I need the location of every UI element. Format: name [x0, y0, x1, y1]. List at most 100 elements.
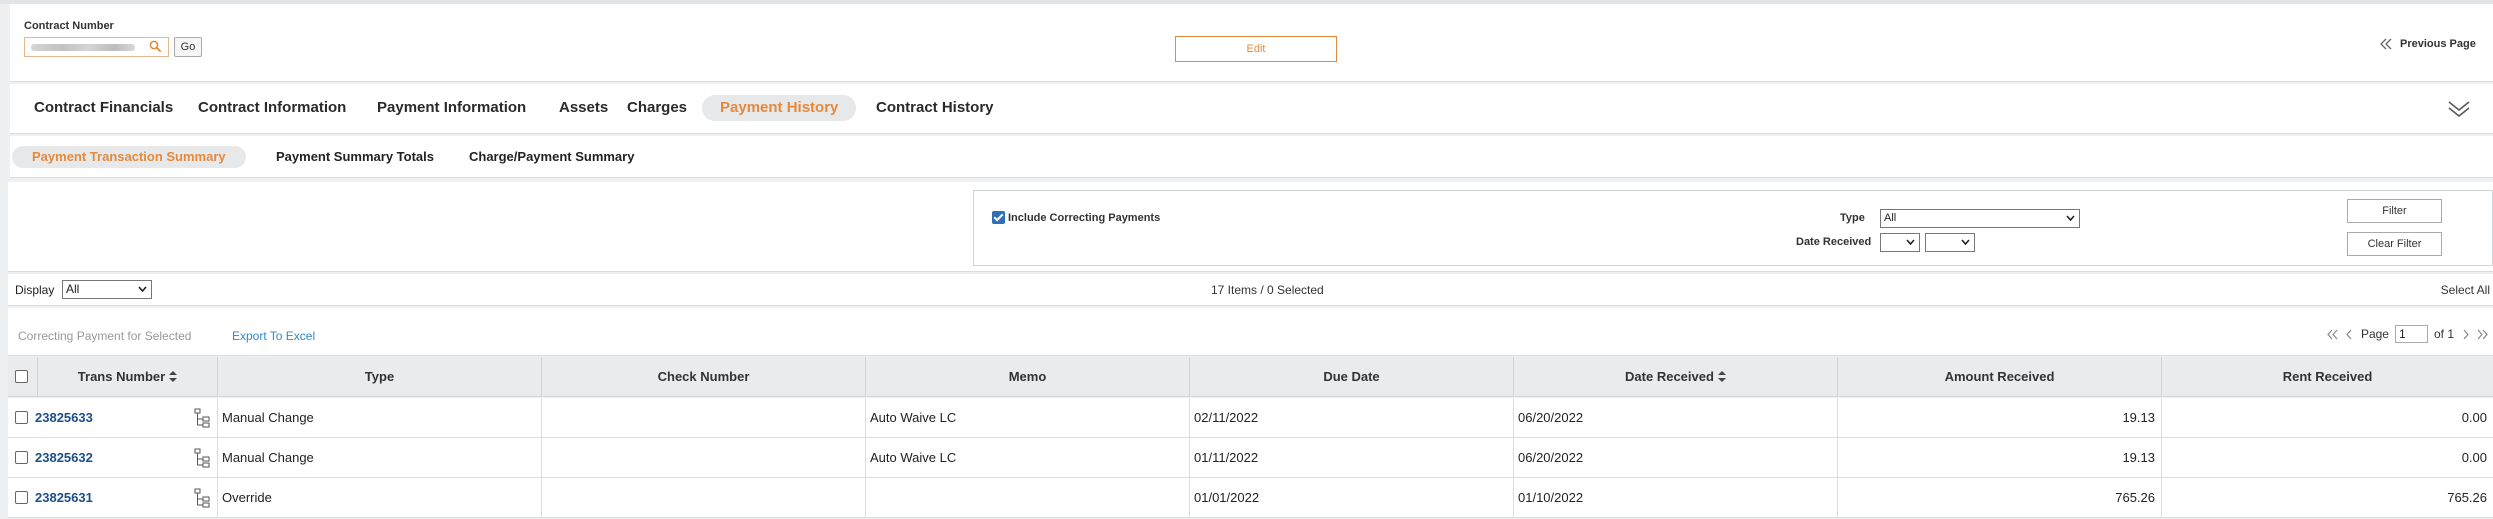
date-received-label: Date Received [1796, 236, 1872, 248]
previous-page-icon[interactable] [2344, 329, 2355, 340]
transaction-details-icon[interactable] [194, 448, 210, 468]
include-correcting-label: Include Correcting Payments [1008, 211, 1161, 224]
previous-page-link[interactable]: Previous Page [2379, 37, 2476, 51]
clear-filter-button[interactable]: Clear Filter [2347, 232, 2442, 256]
tab-contract-financials[interactable]: Contract Financials [34, 95, 173, 121]
display-select[interactable]: All [62, 280, 152, 299]
filter-area: Include Correcting Payments Type All Dat… [8, 182, 2493, 272]
check-number-cell [542, 478, 866, 518]
next-page-icon[interactable] [2460, 329, 2471, 340]
column-date-received-label: Date Received [1625, 369, 1714, 384]
double-chevron-down-icon[interactable] [2447, 98, 2471, 120]
chevron-down-icon [1906, 239, 1915, 246]
include-correcting-checkbox[interactable] [992, 211, 1005, 224]
sub-tabs: Payment Transaction Summary Payment Summ… [10, 136, 2493, 178]
trans-number-cell: 23825632 [8, 438, 218, 478]
export-to-excel-link[interactable]: Export To Excel [232, 329, 315, 343]
table-row[interactable]: 23825633 Manual Change Auto Waive LC 02/… [8, 398, 2493, 438]
subtab-payment-summary-totals[interactable]: Payment Summary Totals [276, 146, 434, 168]
trans-number-cell: 23825631 [8, 478, 218, 518]
transaction-details-icon[interactable] [194, 488, 210, 508]
check-number-cell [542, 398, 866, 438]
column-amount-received: Amount Received [1838, 357, 2162, 397]
main-tabs: Contract Financials Contract Information… [10, 84, 2493, 134]
column-due-date: Due Date [1190, 357, 1514, 397]
trans-number-link[interactable]: 23825631 [35, 478, 93, 518]
table-row[interactable]: 23825631 Override 01/01/2022 01/10/2022 … [8, 478, 2493, 518]
type-cell: Override [218, 478, 542, 518]
amount-received-cell: 765.26 [1838, 478, 2162, 518]
contract-number-input[interactable] [24, 37, 169, 57]
column-trans-number-label: Trans Number [77, 369, 166, 384]
select-all-link[interactable]: Select All [2441, 283, 2490, 297]
rent-received-cell: 765.26 [2447, 490, 2487, 505]
column-date-received[interactable]: Date Received [1514, 357, 1838, 397]
trans-number-link[interactable]: 23825632 [35, 438, 93, 478]
column-memo: Memo [866, 357, 1190, 397]
chevron-down-icon [2066, 215, 2075, 222]
display-bar: Display All 17 Items / 0 Selected Select… [8, 274, 2493, 306]
pager: Page 1 of 1 [2327, 325, 2488, 343]
include-correcting-payments[interactable]: Include Correcting Payments [992, 211, 1160, 224]
tab-contract-history[interactable]: Contract History [876, 95, 994, 121]
row-checkbox[interactable] [15, 491, 28, 504]
row-checkbox[interactable] [15, 451, 28, 464]
date-received-from-select[interactable] [1880, 233, 1920, 252]
tab-assets[interactable]: Assets [559, 95, 608, 121]
display-label: Display [15, 283, 55, 297]
due-date-cell: 01/01/2022 [1190, 478, 1514, 518]
chevron-down-icon [138, 286, 147, 293]
table-row[interactable]: 23825632 Manual Change Auto Waive LC 01/… [8, 438, 2493, 478]
date-received-cell: 06/20/2022 [1514, 438, 1838, 478]
tab-charges[interactable]: Charges [627, 95, 687, 121]
subtab-payment-transaction-summary[interactable]: Payment Transaction Summary [12, 146, 246, 168]
go-button[interactable]: Go [174, 37, 202, 57]
column-type: Type [218, 357, 542, 397]
last-page-icon[interactable] [2477, 329, 2488, 340]
row-checkbox[interactable] [15, 411, 28, 424]
contract-number-value-obscured [31, 44, 135, 51]
amount-received-cell: 19.13 [1838, 438, 2162, 478]
sort-icon [1717, 371, 1726, 382]
items-summary: 17 Items / 0 Selected [1211, 283, 1324, 297]
amount-received-cell: 19.13 [1838, 398, 2162, 438]
transaction-details-icon[interactable] [194, 408, 210, 428]
table-header: Trans Number Type Check Number Memo Due … [8, 357, 2493, 397]
type-select-value: All [1884, 212, 1897, 224]
rent-received-cell: 0.00 [2461, 410, 2487, 425]
memo-cell [866, 478, 1190, 518]
trans-number-cell: 23825633 [8, 398, 218, 438]
page-number-input[interactable]: 1 [2394, 325, 2428, 343]
page: Contract Number Go Edit Previous Page Co… [0, 0, 2493, 519]
due-date-cell: 01/11/2022 [1190, 438, 1514, 478]
previous-page-label: Previous Page [2400, 38, 2476, 50]
search-icon[interactable] [148, 39, 164, 55]
subtab-charge-payment-summary[interactable]: Charge/Payment Summary [469, 146, 634, 168]
select-all-column [8, 357, 38, 397]
date-received-cell: 01/10/2022 [1514, 478, 1838, 518]
date-received-to-select[interactable] [1925, 233, 1975, 252]
sort-icon [169, 371, 178, 382]
type-label: Type [1840, 212, 1865, 224]
tab-contract-information[interactable]: Contract Information [198, 95, 346, 121]
memo-cell: Auto Waive LC [866, 398, 1190, 438]
column-trans-number[interactable]: Trans Number [38, 357, 218, 397]
chevron-down-icon [1961, 239, 1970, 246]
page-label: Page [2360, 327, 2389, 341]
edit-button[interactable]: Edit [1175, 36, 1337, 62]
contract-header: Contract Number Go Edit Previous Page [10, 4, 2493, 82]
tab-payment-information[interactable]: Payment Information [377, 95, 526, 121]
first-page-icon[interactable] [2327, 329, 2338, 340]
display-select-value: All [66, 282, 80, 296]
double-chevron-left-icon [2380, 38, 2392, 50]
type-cell: Manual Change [218, 438, 542, 478]
tab-payment-history[interactable]: Payment History [702, 95, 857, 121]
correcting-payment-link[interactable]: Correcting Payment for Selected [18, 329, 191, 343]
filter-button[interactable]: Filter [2347, 199, 2442, 223]
type-select[interactable]: All [1880, 209, 2080, 228]
select-all-checkbox[interactable] [15, 370, 28, 383]
trans-number-link[interactable]: 23825633 [35, 398, 93, 438]
check-number-cell [542, 438, 866, 478]
memo-cell: Auto Waive LC [866, 438, 1190, 478]
date-received-cell: 06/20/2022 [1514, 398, 1838, 438]
